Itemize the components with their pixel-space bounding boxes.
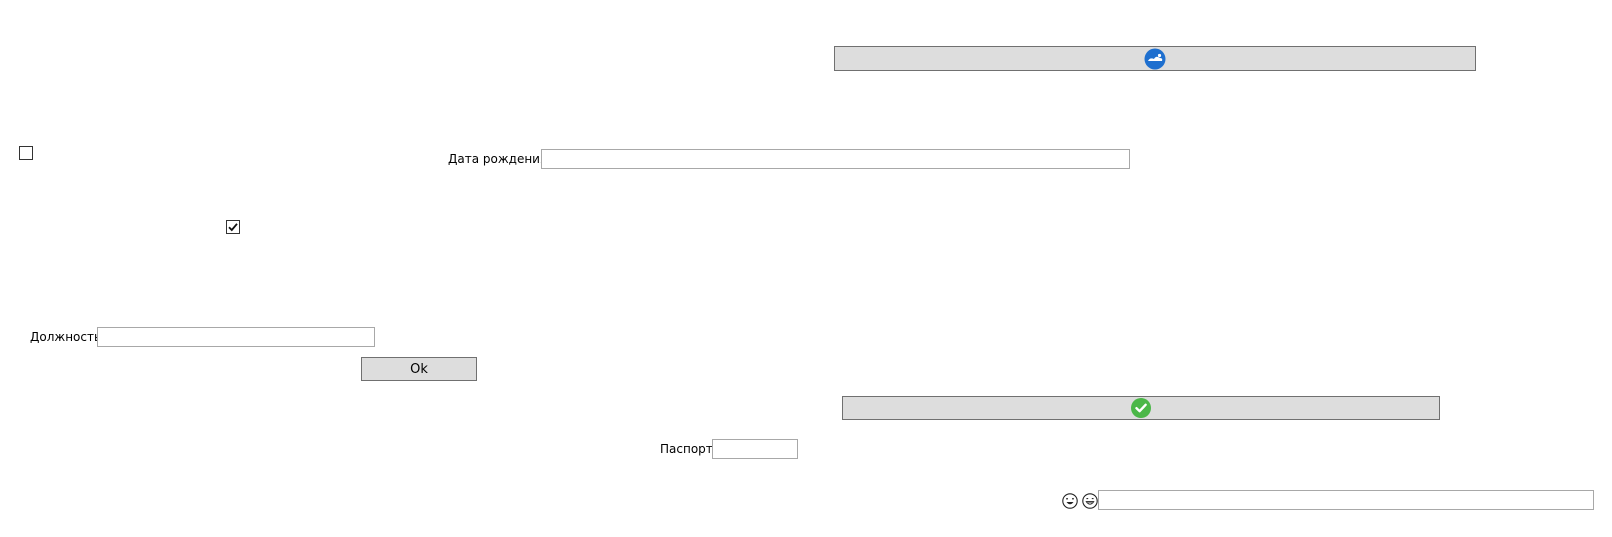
cloud-logo-button[interactable] xyxy=(834,46,1476,71)
position-label: Должность xyxy=(30,330,102,344)
green-check-icon xyxy=(1131,398,1151,418)
laughing-face-icon xyxy=(1062,493,1078,509)
blue-cloud-logo-icon xyxy=(1144,48,1166,70)
confirm-button[interactable] xyxy=(842,396,1440,420)
checked-checkbox[interactable] xyxy=(226,220,240,234)
birth-date-input[interactable] xyxy=(541,149,1130,169)
unchecked-checkbox[interactable] xyxy=(19,146,33,160)
passport-label: Паспорт xyxy=(660,442,713,456)
birth-date-label: Дата рождения xyxy=(448,152,548,166)
passport-input[interactable] xyxy=(712,439,798,459)
checkmark-icon xyxy=(228,223,238,232)
emoji-text-input[interactable] xyxy=(1098,490,1594,510)
ok-button[interactable]: Ok xyxy=(361,357,477,381)
grinning-face-icon xyxy=(1082,493,1098,509)
position-input[interactable] xyxy=(97,327,375,347)
